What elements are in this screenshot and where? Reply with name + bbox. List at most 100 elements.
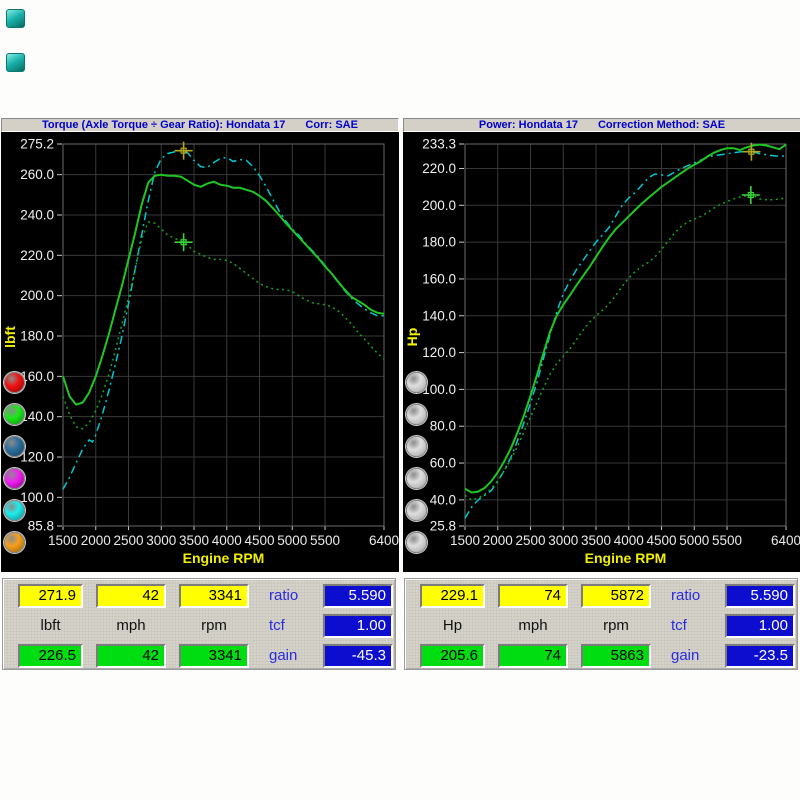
torque-chart-title: Torque (Axle Torque ÷ Gear Ratio): Honda…: [42, 119, 285, 131]
power-readout-panel: 229.1 74 5872 ratio 5.590 Hp mph rpm tcf…: [404, 578, 798, 670]
charts-row: Torque (Axle Torque ÷ Gear Ratio): Honda…: [1, 118, 800, 572]
y-tick-label: 180.0: [422, 235, 456, 250]
run-button-cyan[interactable]: [4, 500, 25, 521]
x-tick-label: 1500: [450, 533, 480, 548]
run-button-5[interactable]: [406, 500, 427, 521]
rpm-unit-label: rpm: [581, 614, 651, 638]
torque-cursor-a-value: 271.9: [18, 584, 83, 608]
x-tick-label: 4500: [245, 533, 275, 548]
x-tick-label: 2000: [81, 533, 111, 548]
y-tick-label: 140.0: [20, 409, 54, 424]
y-tick-label: 40.0: [430, 492, 456, 507]
y-tick-label: 160.0: [20, 369, 54, 384]
rpm-cursor-c-value: 3341: [179, 644, 249, 668]
run-button-1[interactable]: [406, 372, 427, 393]
y-tick-label: 180.0: [20, 329, 54, 344]
run-button-orange[interactable]: [4, 532, 25, 553]
run-button-6[interactable]: [406, 532, 427, 553]
x-tick-label: 4000: [212, 533, 242, 548]
speed-unit-label: mph: [498, 614, 568, 638]
power-run-c-curve: [465, 195, 786, 500]
run-button-3[interactable]: [406, 436, 427, 457]
torque-run-buttons: [4, 372, 25, 553]
y-tick-label: 80.0: [430, 419, 456, 434]
y-tick-label: 100.0: [20, 490, 54, 505]
x-tick-label: 3500: [581, 533, 611, 548]
torque-chart-plot[interactable]: 1500200025003000350040004500500055006400…: [1, 132, 399, 572]
gallery-thumbnail-bottom-icon[interactable]: [6, 53, 25, 72]
y-tick-label: 60.0: [430, 456, 456, 471]
torque-run-a-curve: [63, 151, 384, 490]
readout-row: 271.9 42 3341 ratio 5.590 lbft mph rpm t…: [2, 578, 800, 670]
speed-unit-label: mph: [96, 614, 166, 638]
power-chart-block: Power: Hondata 17 Correction Method: SAE…: [403, 118, 800, 572]
x-tick-label: 2500: [515, 533, 545, 548]
y-tick-label: 200.0: [422, 198, 456, 213]
x-tick-label: 5000: [679, 533, 709, 548]
x-tick-label: 5500: [712, 533, 742, 548]
x-tick-label: 2500: [113, 533, 143, 548]
power-run-b-curve: [465, 145, 786, 493]
plot-border: [63, 144, 384, 526]
x-tick-label: 4500: [647, 533, 677, 548]
power-chart-area: 1500200025003000350040004500500055006400…: [403, 132, 800, 572]
x-tick-label: 2000: [483, 533, 513, 548]
run-button-green[interactable]: [4, 404, 25, 425]
y-tick-label: 220.0: [20, 248, 54, 263]
power-chart-plot[interactable]: 1500200025003000350040004500500055006400…: [403, 132, 800, 572]
torque-unit-label: lbft: [18, 614, 83, 638]
rpm-cursor-c-value: 5863: [581, 644, 651, 668]
y-tick-label: 220.0: [422, 161, 456, 176]
torque-run-b-curve: [63, 175, 384, 405]
x-tick-label: 3000: [548, 533, 578, 548]
power-correction-label: Correction Method: SAE: [598, 119, 725, 131]
power-unit-label: Hp: [420, 614, 485, 638]
run-button-2[interactable]: [406, 404, 427, 425]
y-tick-label: 120.0: [422, 345, 456, 360]
speed-cursor-a-value: 74: [498, 584, 568, 608]
gallery-thumbnail-top-icon[interactable]: [6, 9, 25, 28]
ratio-label: ratio: [664, 584, 712, 608]
rpm-unit-label: rpm: [179, 614, 249, 638]
torque-readout-panel: 271.9 42 3341 ratio 5.590 lbft mph rpm t…: [2, 578, 396, 670]
y-tick-label: 233.3: [422, 137, 456, 152]
rpm-cursor-a-value: 5872: [581, 584, 651, 608]
ratio-label: ratio: [262, 584, 310, 608]
power-cursor-a-value: 229.1: [420, 584, 485, 608]
torque-chart-area: 1500200025003000350040004500500055006400…: [1, 132, 399, 572]
power-cursor-c-value: 205.6: [420, 644, 485, 668]
x-tick-label: 5500: [310, 533, 340, 548]
speed-cursor-c-value: 42: [96, 644, 166, 668]
speed-cursor-c-value: 74: [498, 644, 568, 668]
y-tick-label: 260.0: [20, 167, 54, 182]
torque-correction-label: Corr: SAE: [305, 119, 358, 131]
y-tick-label: 160.0: [422, 271, 456, 286]
y-tick-label: 100.0: [422, 382, 456, 397]
x-tick-label: 6400: [771, 533, 800, 548]
x-axis-label: Engine RPM: [183, 550, 265, 566]
y-tick-label: 200.0: [20, 288, 54, 303]
power-run-buttons: [406, 372, 427, 553]
ratio-value: 5.590: [725, 584, 795, 608]
gain-label: gain: [664, 644, 712, 668]
y-axis-label: lbft: [2, 326, 18, 348]
gain-value: -23.5: [725, 644, 795, 668]
x-tick-label: 3000: [146, 533, 176, 548]
y-tick-label: 85.8: [28, 519, 54, 534]
run-button-red[interactable]: [4, 372, 25, 393]
x-tick-label: 6400: [369, 533, 399, 548]
run-button-blue[interactable]: [4, 436, 25, 457]
ratio-value: 5.590: [323, 584, 393, 608]
y-axis-label: Hp: [404, 328, 420, 347]
rpm-cursor-a-value: 3341: [179, 584, 249, 608]
y-tick-label: 120.0: [20, 450, 54, 465]
torque-chart-title-bar: Torque (Axle Torque ÷ Gear Ratio): Honda…: [1, 118, 399, 132]
gain-value: -45.3: [323, 644, 393, 668]
tcf-value: 1.00: [323, 614, 393, 638]
run-button-magenta[interactable]: [4, 468, 25, 489]
tcf-label: tcf: [664, 614, 712, 638]
gain-label: gain: [262, 644, 310, 668]
x-tick-label: 1500: [48, 533, 78, 548]
run-button-4[interactable]: [406, 468, 427, 489]
y-tick-label: 275.2: [20, 137, 54, 152]
